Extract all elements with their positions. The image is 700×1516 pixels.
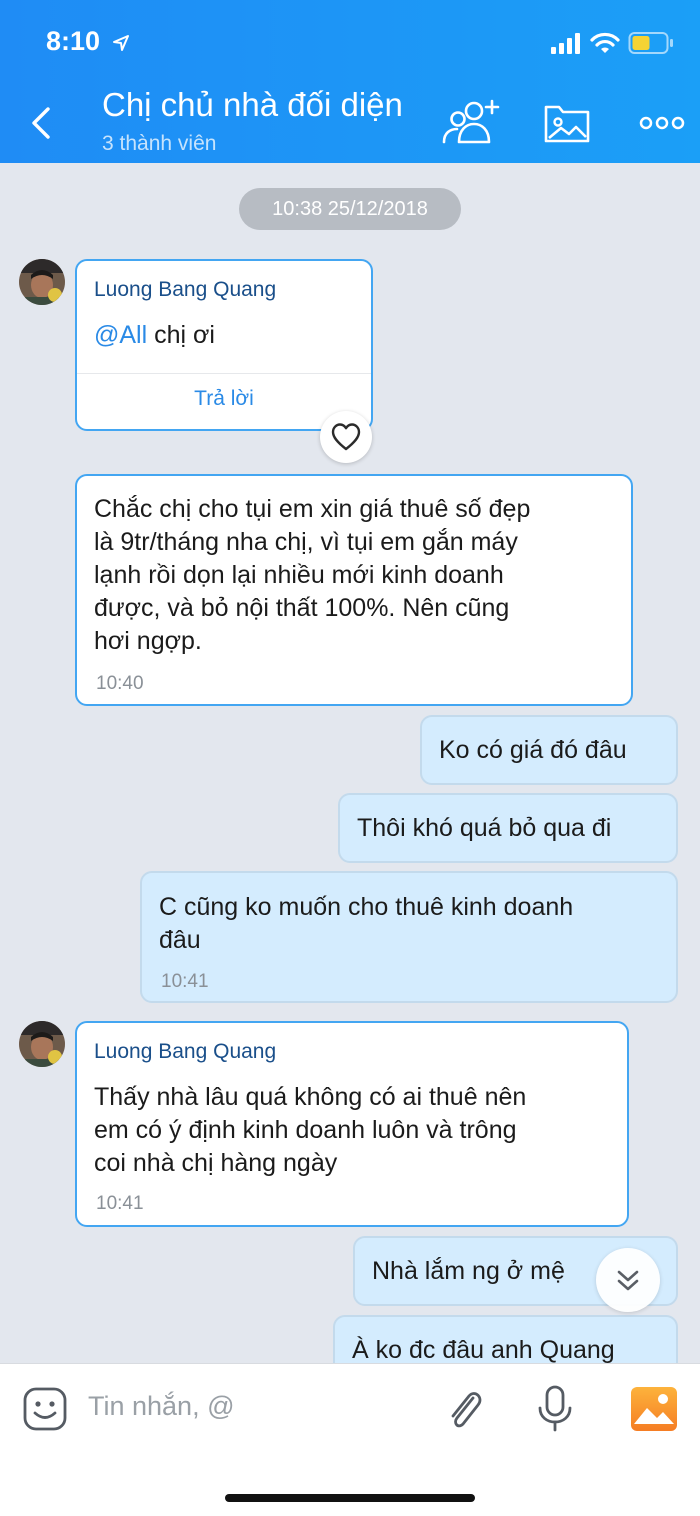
message-text: C cũng ko muốn cho thuê kinh doanh đâu <box>159 893 574 954</box>
message-bubble[interactable]: Luong Bang Quang Thấy nhà lâu quá không … <box>75 1021 629 1227</box>
sender-name[interactable]: Luong Bang Quang <box>94 1040 276 1064</box>
chat-header: 8:10 Chị chủ nhà đối diện 3 thành viên <box>0 0 700 163</box>
avatar[interactable] <box>19 259 65 305</box>
composer: Tin nhắn, @ <box>0 1363 700 1516</box>
mention-all[interactable]: @All <box>94 321 147 349</box>
sender-name[interactable]: Luong Bang Quang <box>94 278 276 302</box>
message-bubble[interactable]: Ko có giá đó đâu <box>420 715 678 785</box>
location-arrow-icon <box>112 34 129 51</box>
message-text: @All chị ơi <box>94 321 215 349</box>
message-time: 10:40 <box>96 673 144 694</box>
media-folder-icon[interactable] <box>543 101 591 145</box>
back-icon[interactable] <box>22 100 62 146</box>
attach-icon[interactable] <box>443 1386 487 1434</box>
message-text: Ko có giá đó đâu <box>439 736 627 764</box>
status-time: 8:10 <box>46 26 130 57</box>
sticker-icon[interactable] <box>22 1386 68 1432</box>
message-bubble[interactable]: Luong Bang Quang @All chị ơi Trả lời <box>75 259 373 431</box>
add-member-icon[interactable] <box>440 98 500 148</box>
message-input[interactable]: Tin nhắn, @ <box>88 1391 234 1422</box>
heart-icon[interactable] <box>320 411 372 463</box>
message-bubble[interactable]: C cũng ko muốn cho thuê kinh doanh đâu 1… <box>140 871 678 1003</box>
wifi-icon <box>590 32 620 53</box>
member-count: 3 thành viên <box>102 132 217 155</box>
more-icon[interactable] <box>638 112 686 134</box>
chat-title: Chị chủ nhà đối diện <box>102 86 403 123</box>
image-icon[interactable] <box>630 1386 678 1432</box>
message-bubble[interactable]: Chắc chị cho tụi em xin giá thuê số đẹp … <box>75 474 633 706</box>
mic-icon[interactable] <box>535 1384 575 1434</box>
date-separator: 10:38 25/12/2018 <box>239 188 461 230</box>
home-indicator <box>225 1494 475 1502</box>
message-text: À ko đc đâu anh Quang <box>352 1336 615 1363</box>
scroll-down-icon[interactable] <box>596 1248 660 1312</box>
message-text: Chắc chị cho tụi em xin giá thuê số đẹp … <box>94 495 531 655</box>
message-text: Thấy nhà lâu quá không có ai thuê nên em… <box>94 1083 527 1177</box>
battery-icon <box>628 32 673 54</box>
message-list[interactable]: 10:38 25/12/2018 Luong Bang Quang @All c… <box>0 163 700 1363</box>
divider <box>77 373 371 374</box>
signal-icon <box>551 33 580 54</box>
message-bubble[interactable]: À ko đc đâu anh Quang <box>333 1315 678 1363</box>
message-time: 10:41 <box>96 1193 144 1214</box>
message-text: Thôi khó quá bỏ qua đi <box>357 814 612 842</box>
avatar[interactable] <box>19 1021 65 1067</box>
message-time: 10:41 <box>161 971 209 992</box>
status-icons <box>550 28 674 58</box>
message-bubble[interactable]: Thôi khó quá bỏ qua đi <box>338 793 678 863</box>
reply-button[interactable]: Trả lời <box>77 387 371 411</box>
